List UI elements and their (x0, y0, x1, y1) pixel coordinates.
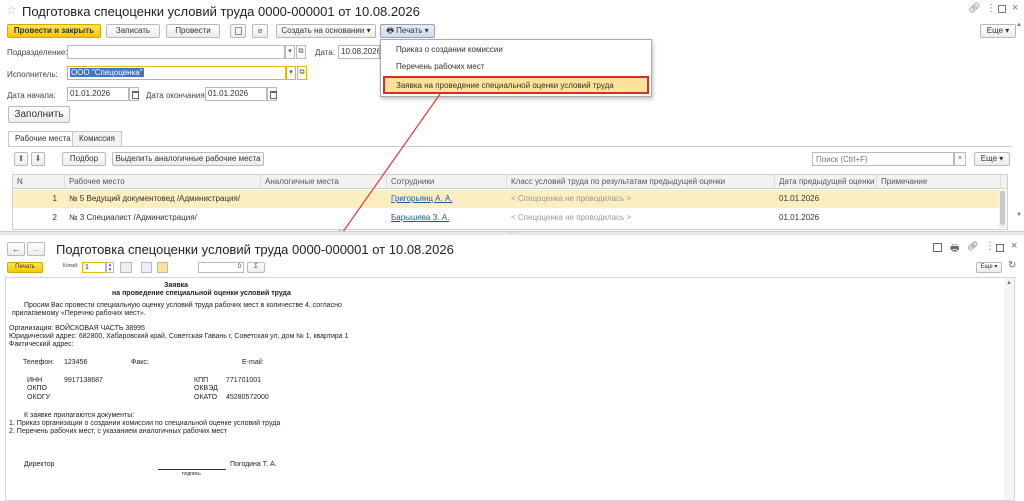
doc-heading: Заявка (164, 282, 189, 289)
save-icon[interactable] (141, 262, 152, 273)
printer-icon[interactable]: 🖶︎ (950, 241, 959, 258)
copies-field[interactable]: 1 (82, 262, 106, 273)
print-preview-icon[interactable] (120, 262, 132, 273)
copies-stepper[interactable]: ▴ ▾ (106, 262, 114, 273)
maximize-icon[interactable] (996, 244, 1004, 252)
doc-subheading: на проведение специальной оценки условий… (112, 290, 291, 297)
chevron-down-icon: ▾ (992, 264, 998, 270)
print-form-more-button[interactable]: Еще ▾ (976, 262, 1002, 273)
doc-attachment-item: 1. Приказ организации о создании комисси… (9, 420, 281, 427)
signature-line (158, 469, 226, 470)
print-form-print-button[interactable]: Печать (7, 262, 43, 273)
edit-icon[interactable] (157, 262, 168, 273)
spreadsheet-document: Заявка на проведение специальной оценки … (5, 277, 1015, 501)
scroll-up-arrow-icon[interactable]: ▲ (1006, 280, 1012, 286)
doc-legal-address: Юридический адрес: 682800, Хабаровский к… (9, 333, 349, 340)
refresh-icon[interactable]: ↻ (1008, 260, 1016, 271)
copies-label: Копий: (63, 263, 79, 269)
doc-organization: Организация: ВОЙСКОВАЯ ЧАСТЬ 38995 (9, 325, 145, 332)
sigma-icon: Σ (254, 264, 258, 270)
link-icon[interactable]: 🔗︎ (967, 241, 978, 252)
save-icon[interactable] (933, 243, 942, 252)
print-form-title: Подготовка спецоценки условий труда 0000… (56, 242, 454, 257)
doc-actual-address: Фактический адрес: (9, 341, 74, 348)
doc-attachment-item: 2. Перечень рабочих мест, с указанием ан… (9, 428, 227, 435)
close-icon[interactable]: × (1011, 240, 1017, 252)
forward-button[interactable]: → (27, 242, 45, 256)
bottom-window: ← → Подготовка спецоценки условий труда … (0, 235, 1024, 501)
sum-button[interactable]: Σ (247, 262, 265, 273)
document-scrollbar[interactable]: ▲ (1004, 278, 1014, 500)
more-vertical-icon[interactable]: ⋮ (985, 241, 995, 252)
back-button[interactable]: ← (7, 242, 25, 256)
doc-paragraph: прилагаемому «Перечню рабочих мест». (12, 310, 146, 317)
doc-paragraph: Просим Вас провести специальную оценку у… (24, 302, 342, 309)
sum-field[interactable]: 0 (198, 262, 244, 273)
